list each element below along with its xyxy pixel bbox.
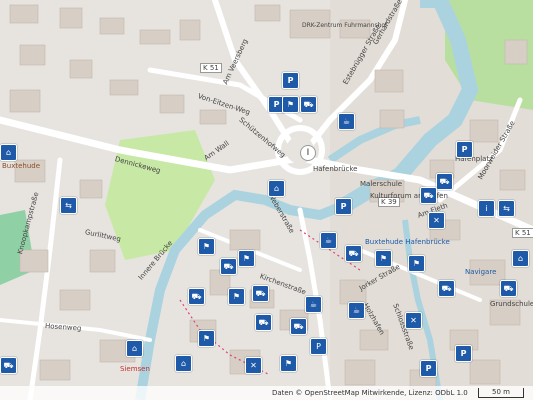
cafe-icon[interactable]: ☕ [348, 302, 365, 319]
food-icon[interactable]: ⚑ [238, 250, 255, 267]
parking-icon[interactable]: P [335, 198, 352, 215]
scale-bar: 50 m [478, 388, 524, 398]
museum-icon[interactable]: ⌂ [0, 144, 17, 161]
hotel-icon[interactable]: ✕ [405, 312, 422, 329]
parking-icon[interactable]: P [420, 360, 437, 377]
place-label: Buxtehude [2, 162, 41, 170]
road-ref-label: K 51 [200, 63, 222, 73]
food-icon[interactable]: ⚑ [375, 250, 392, 267]
map-canvas[interactable]: Von-Eitzen-Weg Schützenhofweg Am Veersbe… [0, 0, 533, 400]
food-icon[interactable]: ⚑ [198, 330, 215, 347]
hotel-icon[interactable]: ✕ [245, 357, 262, 374]
parking-icon[interactable]: P [310, 338, 327, 355]
shop-icon[interactable]: ⛟ [188, 288, 205, 305]
place-label: Malerschule [360, 180, 403, 188]
parking-icon[interactable]: P [455, 345, 472, 362]
food-icon[interactable]: ⚑ [280, 355, 297, 372]
museum-icon[interactable]: ⌂ [512, 250, 529, 267]
place-label: Navigare [465, 268, 497, 276]
info-icon[interactable]: i [478, 200, 495, 217]
cafe-icon[interactable]: ☕ [338, 113, 355, 130]
museum-icon[interactable]: ⌂ [175, 355, 192, 372]
food-icon[interactable]: ⚑ [408, 255, 425, 272]
parking-icon[interactable]: P [282, 72, 299, 89]
food-icon[interactable]: ⚑ [198, 238, 215, 255]
food-icon[interactable]: ⚑ [228, 288, 245, 305]
shop-icon[interactable]: ⛟ [0, 357, 17, 374]
shop-icon[interactable]: ⛟ [290, 318, 307, 335]
shop-icon[interactable]: ⛟ [252, 285, 269, 302]
food-icon[interactable]: ⚑ [282, 96, 299, 113]
museum-icon[interactable]: ⌂ [126, 340, 143, 357]
museum-icon[interactable]: ⌂ [268, 180, 285, 197]
place-label: Siemsen [120, 365, 150, 373]
shop-icon[interactable]: ⛟ [220, 258, 237, 275]
shop-icon[interactable]: ⛟ [420, 187, 437, 204]
shop-icon[interactable]: ⛟ [300, 96, 317, 113]
place-label: DRK-Zentrum Fuhrmannshof [302, 22, 388, 29]
monument-icon[interactable]: I [300, 145, 316, 161]
shop-icon[interactable]: ⛟ [255, 314, 272, 331]
cafe-icon[interactable]: ☕ [320, 232, 337, 249]
shop-icon[interactable]: ⛟ [438, 280, 455, 297]
place-label: Grundschule Harburger Straße [490, 300, 533, 308]
attribution-bar: Daten © OpenStreetMap Mitwirkende, Lizen… [0, 386, 533, 400]
street-label: Hafenbrücke [313, 165, 358, 173]
cafe-icon[interactable]: ☕ [305, 296, 322, 313]
map-base-layer [0, 0, 533, 400]
bank-icon[interactable]: ⇆ [60, 197, 77, 214]
road-ref-label: K 51 [512, 228, 533, 238]
bank-icon[interactable]: ⇆ [498, 200, 515, 217]
hotel-icon[interactable]: ✕ [428, 212, 445, 229]
place-label: Buxtehude Hafenbrücke [365, 238, 450, 246]
shop-icon[interactable]: ⛟ [345, 245, 362, 262]
attribution-text: Daten © OpenStreetMap Mitwirkende, Lizen… [272, 389, 468, 397]
shop-icon[interactable]: ⛟ [500, 280, 517, 297]
parking-icon[interactable]: P [456, 141, 473, 158]
shop-icon[interactable]: ⛟ [436, 173, 453, 190]
